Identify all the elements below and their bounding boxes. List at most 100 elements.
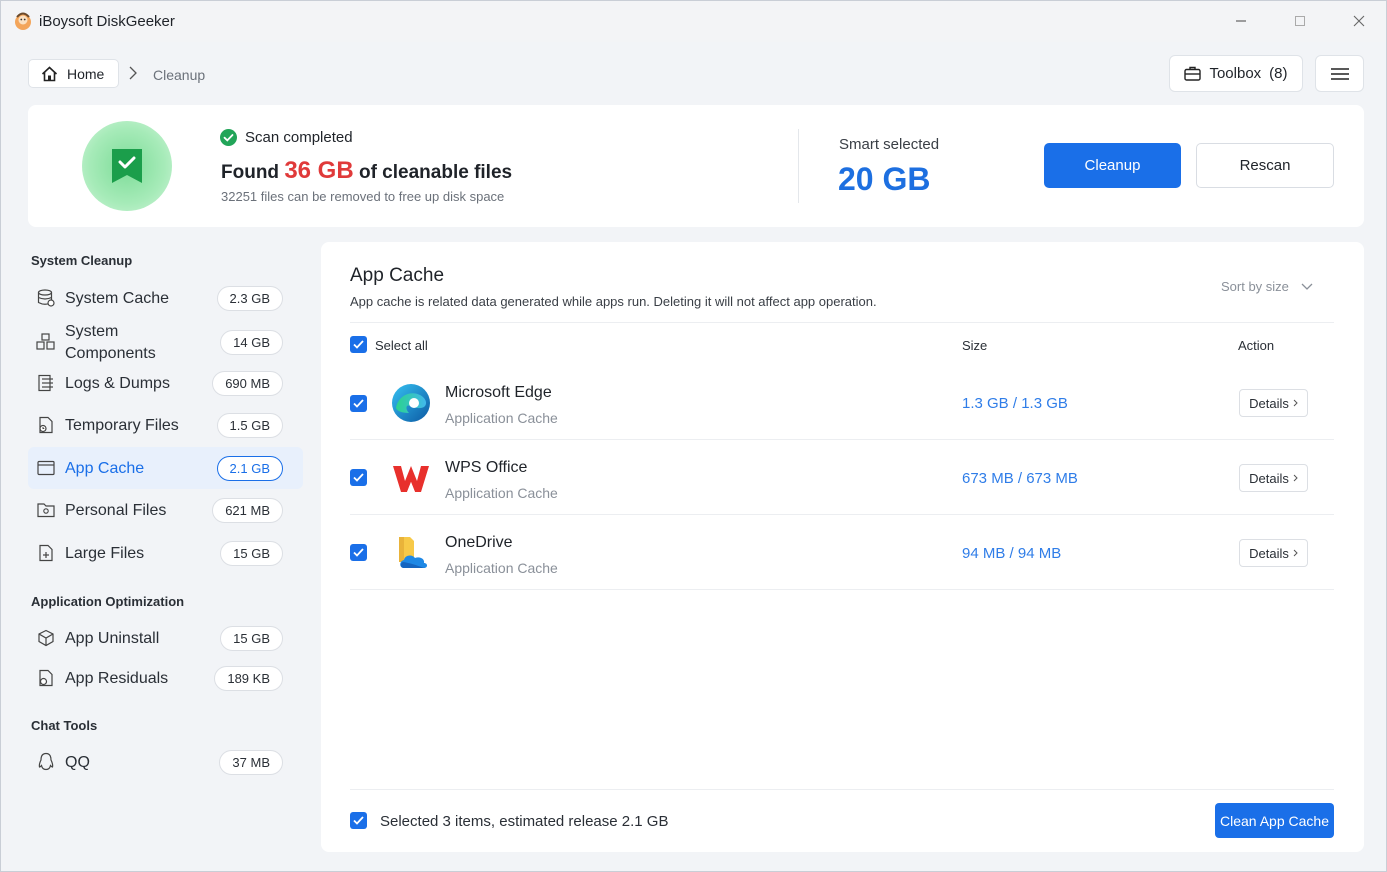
smart-selected-label: Smart selected [839,136,940,153]
sidebar-section-application-optimization: Application Optimization [31,594,185,609]
app-cache-icon [36,458,56,478]
row-checkbox-wps-office[interactable] [350,469,367,486]
title-bar: iBoysoft DiskGeeker [1,1,1386,42]
size-badge: 1.5 GB [216,412,283,438]
toolbox-count: (8) [1269,65,1288,82]
clean-app-cache-button[interactable]: Clean App Cache [1215,803,1334,838]
row-divider [350,589,1334,590]
details-button-microsoft-edge[interactable]: Details [1239,389,1308,417]
rescan-button[interactable]: Rescan [1196,143,1334,188]
smart-selected-value: 20 GB [838,161,931,197]
summary-divider [798,129,799,203]
home-icon [41,65,58,81]
sidebar-item-large-files[interactable]: Large Files 15 GB [28,532,303,574]
footer-select-checkbox[interactable] [350,812,367,829]
breadcrumb-home[interactable]: Home [28,59,119,88]
toolbox-button[interactable]: Toolbox (8) [1169,55,1303,92]
row-app-name: OneDrive [445,534,513,551]
app-logo-icon [15,12,31,30]
size-badge: 189 KB [214,665,283,691]
sidebar-item-personal-files[interactable]: Personal Files 621 MB [28,489,303,531]
sidebar-item-system-cache[interactable]: System Cache 2.3 GB [28,277,303,319]
sort-dropdown[interactable]: Sort by size [1221,279,1313,294]
check-icon [353,816,364,825]
sidebar-item-logs-dumps[interactable]: Logs & Dumps 690 MB [28,362,303,404]
toolbox-icon [1184,66,1202,81]
check-icon [353,473,364,482]
size-badge: 621 MB [212,497,283,523]
app-uninstall-icon [36,628,56,648]
sort-label: Sort by size [1221,279,1289,294]
bookmark-check-icon [112,149,142,183]
size-badge: 15 GB [220,625,283,651]
chevron-right-icon [1293,474,1298,482]
details-button-wps-office[interactable]: Details [1239,464,1308,492]
row-size-value: 1.3 GB / 1.3 GB [962,395,1068,412]
panel-title: App Cache [350,265,445,286]
sidebar-item-label: Personal Files [65,501,167,519]
logs-icon [36,373,56,393]
sidebar-item-qq[interactable]: QQ 37 MB [28,741,303,783]
breadcrumb-current: Cleanup [153,67,206,83]
row-size-value: 673 MB / 673 MB [962,470,1078,487]
panel-description: App cache is related data generated whil… [350,294,877,309]
cleanup-button[interactable]: Cleanup [1044,143,1181,188]
divider [350,322,1334,323]
app-cache-panel: App Cache App cache is related data gene… [321,242,1364,852]
sidebar-item-label: QQ [65,753,90,771]
chevron-right-icon [1293,549,1298,557]
row-app-name: Microsoft Edge [445,384,552,401]
large-files-icon [36,543,56,563]
toolbox-label: Toolbox [1209,65,1262,82]
row-size-value: 94 MB / 94 MB [962,545,1062,562]
row-divider [350,439,1334,440]
maximize-button[interactable] [1280,9,1320,33]
check-circle-icon [220,129,237,146]
chevron-down-icon [1301,283,1313,290]
sidebar-item-label: App Residuals [65,669,169,687]
sidebar-item-label: System [65,323,119,340]
row-checkbox-microsoft-edge[interactable] [350,395,367,412]
onedrive-icon [399,537,427,568]
found-prefix: Found [221,162,280,183]
sidebar-section-system-cleanup: System Cleanup [31,253,133,268]
row-checkbox-onedrive[interactable] [350,544,367,561]
app-residuals-icon [36,668,56,688]
menu-button[interactable] [1315,55,1364,92]
selection-summary: Selected 3 items, estimated release 2.1 … [380,813,669,830]
minimize-button[interactable] [1221,9,1261,33]
row-app-type: Application Cache [445,485,558,501]
sidebar-item-label: App Cache [65,459,145,477]
size-badge: 15 GB [220,540,283,566]
select-all-label: Select all [375,338,428,353]
close-icon [1353,15,1365,27]
check-icon [353,548,364,557]
found-headline: Found 36 GB of cleanable files [221,157,512,185]
scan-status-text: Scan completed [245,129,353,146]
scan-result-badge [82,121,172,211]
sidebar-item-label: System Cache [65,289,170,307]
column-size-header: Size [962,338,988,353]
row-app-type: Application Cache [445,560,558,576]
sidebar-item-app-cache[interactable]: App Cache 2.1 GB [28,447,303,489]
sidebar-item-temporary-files[interactable]: Temporary Files 1.5 GB [28,404,303,446]
details-button-onedrive[interactable]: Details [1239,539,1308,567]
sidebar-item-label: App Uninstall [65,629,160,647]
details-label: Details [1249,395,1289,411]
chevron-right-icon [1293,399,1298,407]
sidebar-item-system-components[interactable]: System Components 14 GB [28,319,303,365]
footer-divider [350,789,1334,790]
size-badge: 37 MB [219,749,283,775]
found-amount: 36 GB [284,157,354,184]
personal-files-icon [36,500,56,520]
sidebar-item-app-residuals[interactable]: App Residuals 189 KB [28,657,303,699]
scan-status: Scan completed [220,129,353,146]
app-window: iBoysoft DiskGeeker Home Cleanup Toolbox… [0,0,1387,872]
check-icon [353,399,364,408]
sidebar-item-app-uninstall[interactable]: App Uninstall 15 GB [28,617,303,659]
select-all-checkbox[interactable] [350,336,367,353]
row-app-name: WPS Office [445,459,528,476]
details-label: Details [1249,545,1289,561]
sidebar-item-label: Large Files [65,544,145,562]
close-button[interactable] [1339,9,1379,33]
